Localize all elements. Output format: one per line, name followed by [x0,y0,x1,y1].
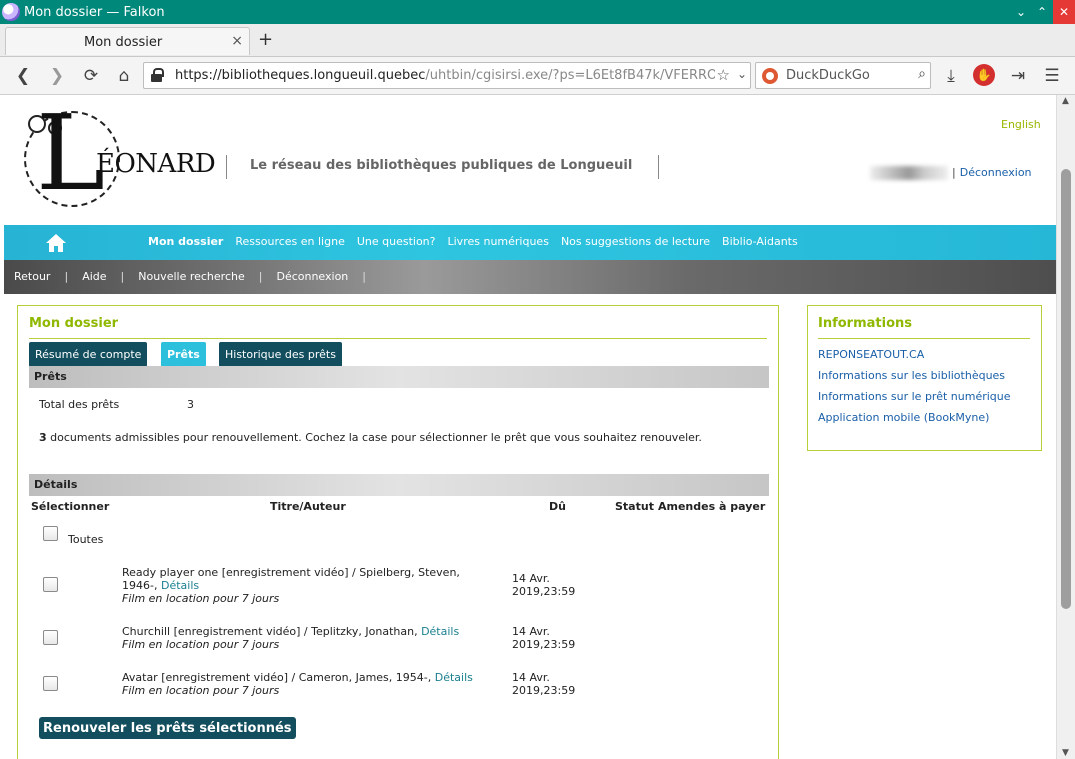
tab-title: Mon dossier [84,35,163,50]
tab-bar: Mon dossier × + [0,24,1075,57]
reload-icon[interactable]: ⟳ [80,65,102,87]
col-title: Titre/Auteur [270,500,346,513]
nav-suggestions[interactable]: Nos suggestions de lecture [561,235,710,248]
tab-resume-compte[interactable]: Résumé de compte [29,342,148,367]
menu-icon[interactable]: ☰ [1041,65,1063,87]
duckduckgo-icon [762,68,778,84]
nav-livres-numeriques[interactable]: Livres numériques [448,235,549,248]
leonard-logo[interactable]: L ÉONARD [22,101,216,213]
tab-close-icon[interactable]: × [231,33,243,49]
table-row: Churchill [enregistrement vidéo] / Tepli… [122,625,460,651]
item-checkbox[interactable] [43,630,58,645]
search-icon[interactable]: ⌕ [918,66,926,82]
lock-icon [151,68,164,82]
search-placeholder: DuckDuckGo [786,68,870,83]
col-fines: Amendes à payer [658,500,766,513]
subnav-aide[interactable]: Aide [82,270,120,283]
table-row: Ready player one [enregistrement vidéo] … [122,566,460,605]
select-all-checkbox[interactable] [43,526,58,541]
url-bar[interactable]: https://bibliotheques.longueuil.quebec/u… [143,62,751,89]
info-link-bibliotheques[interactable]: Informations sur les bibliothèques [818,369,1005,382]
nav-mon-dossier[interactable]: Mon dossier [148,235,223,248]
info-panel: Informations REPONSEATOUT.CA Information… [807,305,1042,451]
details-section-header: Détails [29,474,769,496]
minimize-icon[interactable]: ⌄ [1011,2,1031,22]
scrollbar-thumb[interactable] [1061,169,1071,609]
eligible-text: 3 documents admissibles pour renouvellem… [39,431,702,444]
info-link-reponseatout[interactable]: REPONSEATOUT.CA [818,348,924,361]
nav-biblio-aidants[interactable]: Biblio-Aidants [722,235,798,248]
details-link[interactable]: Détails [161,579,199,592]
nav-question[interactable]: Une question? [357,235,436,248]
tagline-divider-left [226,155,227,179]
info-link-bookmyne[interactable]: Application mobile (BookMyne) [818,411,989,424]
bookmark-star-icon[interactable]: ☆ [717,66,730,84]
sidebar-toggle-icon[interactable]: ⇥ [1007,65,1029,87]
subnav-retour[interactable]: Retour [14,270,64,283]
scroll-up-icon[interactable]: ▲ [1062,96,1069,106]
window-titlebar: Mon dossier — Falkon ⌄ ⌃ ✕ [0,0,1075,24]
subnav-nouvelle-recherche[interactable]: Nouvelle recherche [138,270,259,283]
header-logout-link[interactable]: Déconnexion [960,166,1032,179]
url-text[interactable]: https://bibliotheques.longueuil.quebec/u… [175,68,715,83]
main-nav: Mon dossier Ressources en ligne Une ques… [4,225,1056,260]
nav-ressources[interactable]: Ressources en ligne [235,235,344,248]
tab-prets[interactable]: Prêts [161,342,206,367]
site-tagline: Le réseau des bibliothèques publiques de… [250,158,633,173]
logo-word: ÉONARD [96,149,216,179]
subnav-deconnexion[interactable]: Déconnexion [276,270,362,283]
item-checkbox[interactable] [43,676,58,691]
sub-nav: Retour | Aide | Nouvelle recherche | Déc… [4,260,1056,294]
close-window-icon[interactable]: ✕ [1053,0,1075,24]
user-links: | Déconnexion [952,166,1032,179]
info-title: Informations [818,316,913,331]
renew-button[interactable]: Renouveler les prêts sélectionnés [39,717,296,739]
account-title: Mon dossier [29,316,119,331]
details-link[interactable]: Détails [435,671,473,684]
url-dropdown-icon[interactable]: ⌄ [737,67,747,81]
forward-icon[interactable]: ❯ [46,65,68,87]
logo-letter: L [36,95,106,214]
due-date: 14 Avr. 2019,23:59 [512,625,576,651]
item-checkbox[interactable] [43,577,58,592]
tagline-divider-right [658,155,659,179]
search-bar[interactable]: DuckDuckGo ⌕ [755,62,931,89]
total-loans-value: 3 [187,398,194,411]
tab-mon-dossier[interactable]: Mon dossier × [5,27,250,55]
navigation-toolbar: ❮ ❯ ⟳ ⌂ https://bibliotheques.longueuil.… [0,57,1075,95]
col-select: Sélectionner [31,500,110,513]
due-date: 14 Avr. 2019,23:59 [512,671,576,697]
window-title: Mon dossier — Falkon [24,4,165,20]
due-date: 14 Avr. 2019,23:59 [512,572,576,598]
home-icon[interactable] [46,234,66,252]
scroll-down-icon[interactable]: ▼ [1062,748,1069,758]
details-link[interactable]: Détails [421,625,459,638]
downloads-icon[interactable]: ⤓ [940,65,962,87]
new-tab-icon[interactable]: + [258,29,273,50]
col-status: Statut [615,500,654,513]
language-link[interactable]: English [1001,118,1041,131]
tab-historique[interactable]: Historique des prêts [219,342,342,367]
account-panel: Mon dossier Résumé de compte Prêts Histo… [17,305,779,759]
table-row: Avatar [enregistrement vidéo] / Cameron,… [122,671,473,697]
username-blurred [870,166,948,180]
home-icon[interactable]: ⌂ [113,65,135,87]
col-due: Dû [549,500,566,513]
info-link-pret-numerique[interactable]: Informations sur le prêt numérique [818,390,1011,403]
adblock-icon[interactable]: ✋ [973,64,995,86]
loans-section-header: Prêts [29,366,769,388]
falkon-app-icon [2,3,20,21]
back-icon[interactable]: ❮ [12,65,34,87]
total-loans-label: Total des prêts [39,398,120,411]
page-content: L ÉONARD Le réseau des bibliothèques pub… [4,95,1056,759]
maximize-icon[interactable]: ⌃ [1032,2,1052,22]
select-all-label: Toutes [68,533,104,546]
vertical-scrollbar[interactable]: ▲ ▼ [1056,95,1075,759]
